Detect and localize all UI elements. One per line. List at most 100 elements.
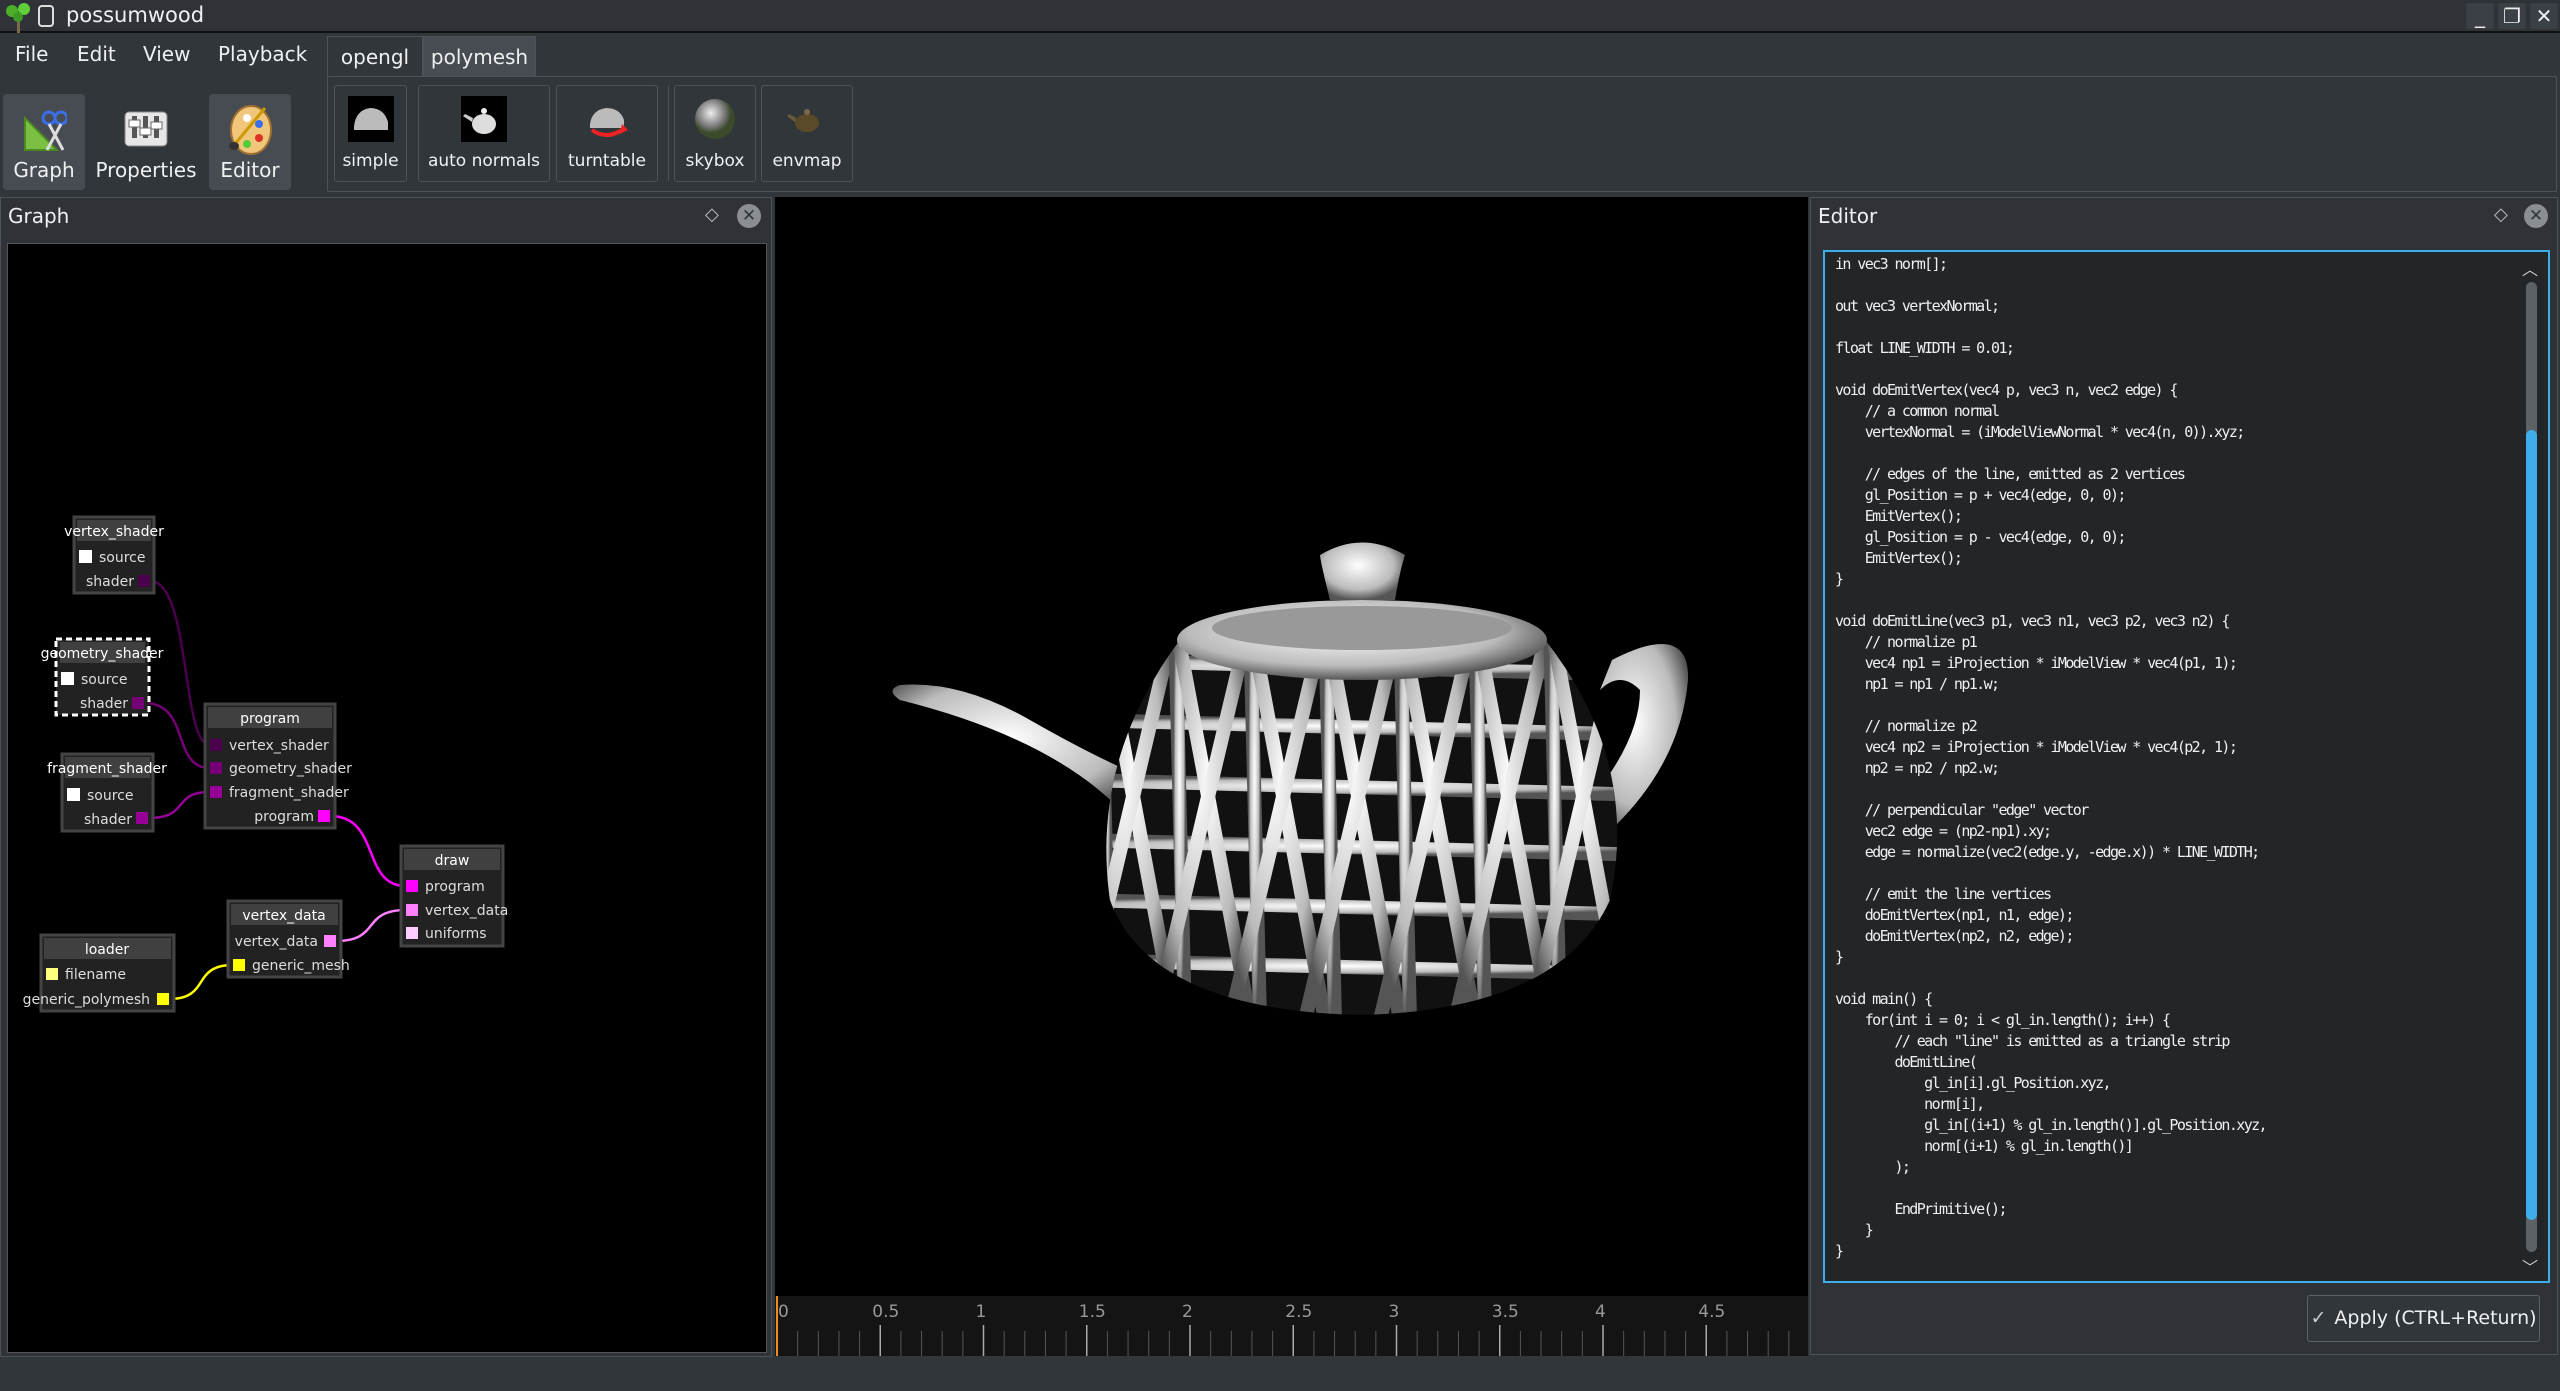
tab-panel [327,76,2557,192]
minimize-button[interactable]: _ [2466,3,2494,29]
editor-dock-button[interactable]: Editor [209,94,291,190]
skybox-button[interactable]: skybox [674,85,756,182]
menu-file[interactable]: File [15,42,48,66]
toolbar-separator [668,86,669,181]
turntable-label: turntable [568,151,646,171]
node-draw[interactable]: draw program vertex_data uniforms [399,844,508,948]
skybox-sphere-icon [695,99,735,139]
tab-polymesh[interactable]: polymesh [423,36,536,77]
port-fragment-shader[interactable] [210,786,222,798]
envmap-teapot-icon [787,109,819,132]
simple-button[interactable]: simple [334,85,407,182]
port-label: vertex_data [425,903,508,919]
port-vertex-data-out[interactable] [324,935,336,947]
port-label: geometry_shader [229,761,352,777]
node-loader[interactable]: loader filename generic_polymesh [23,933,176,1013]
port-program-out[interactable] [318,810,330,822]
port-shader[interactable] [136,812,148,824]
timeline-tick-label: 4 [1595,1302,1606,1322]
port-vertex-shader[interactable] [210,739,222,751]
playhead [776,1296,778,1356]
check-icon: ✓ [2310,1307,2327,1329]
node-fragment-shader[interactable]: fragment_shader source shader [47,752,167,833]
edge-fragment-shader [147,790,211,820]
properties-dock-button[interactable]: Properties [93,94,199,190]
graph-canvas[interactable]: vertex_shader source shader geometry_sha… [7,243,767,1353]
editor-dock-title: Editor [1818,204,1878,228]
title-bar: possumwood _ ❐ ✕ [0,0,2560,33]
port-source[interactable] [61,672,74,685]
restore-button[interactable]: ❐ [2498,3,2526,29]
node-title: geometry_shader [41,646,164,662]
node-title: loader [85,942,130,958]
timeline[interactable]: 0 0.5 1 1.5 2 2.5 3 3.5 4 4.5 [775,1296,1808,1356]
3d-viewport[interactable] [775,197,1808,1296]
port-program[interactable] [406,880,418,892]
port-label: shader [84,812,132,828]
node-vertex-data[interactable]: vertex_data vertex_data generic_mesh [226,899,350,979]
apply-button[interactable]: ✓ Apply (CTRL+Return) [2307,1295,2540,1342]
wire-edge [1106,619,1117,1015]
port-label: uniforms [425,926,487,942]
menu-playback[interactable]: Playback [218,42,307,66]
port-generic-polymesh[interactable] [157,993,169,1005]
envmap-button[interactable]: envmap [761,85,853,182]
timeline-tick-label: 1 [976,1302,987,1322]
port-label: source [99,550,146,566]
node-vertex-shader[interactable]: vertex_shader source shader [64,515,164,595]
turntable-button[interactable]: turntable [556,85,658,182]
float-dock-button[interactable]: ◇ [705,204,719,225]
window-menu-icon[interactable] [38,5,54,27]
code-editor[interactable]: in vec3 norm[]; out vec3 vertexNormal; f… [1823,250,2550,1283]
port-generic-mesh[interactable] [233,959,245,971]
port-shader[interactable] [132,697,144,709]
wireframe-teapot [892,542,1689,1015]
timeline-ruler[interactable]: 0 0.5 1 1.5 2 2.5 3 3.5 4 4.5 [775,1296,1808,1356]
port-label: shader [80,696,128,712]
properties-dock-label: Properties [95,158,197,182]
port-label: generic_polymesh [23,992,150,1008]
close-window-button[interactable]: ✕ [2530,3,2558,29]
port-source[interactable] [67,788,80,801]
port-label: source [81,672,128,688]
port-source[interactable] [79,550,92,563]
port-label: fragment_shader [229,785,349,801]
car-thumbnail-icon [347,96,394,142]
timeline-tick-label: 4.5 [1698,1302,1725,1322]
timeline-tick-label: 3.5 [1492,1302,1519,1322]
editor-dock-label: Editor [220,158,280,182]
shader-source-text[interactable]: in vec3 norm[]; out vec3 vertexNormal; f… [1835,254,2268,1262]
port-label: vertex_shader [229,738,329,754]
port-shader[interactable] [138,575,150,587]
node-graph[interactable]: vertex_shader source shader geometry_sha… [8,244,766,1352]
auto-normals-button[interactable]: auto normals [418,85,550,182]
node-title: vertex_data [242,908,325,924]
graph-tools-icon [24,110,67,151]
float-dock-button[interactable]: ◇ [2494,204,2508,225]
port-uniforms[interactable] [406,927,418,939]
edge-vertex-data [335,908,407,943]
node-title: draw [435,853,470,869]
menu-view[interactable]: View [143,42,190,66]
edge-generic-mesh [168,963,234,1001]
port-vertex-data[interactable] [406,904,418,916]
node-title: program [240,711,300,727]
tab-opengl[interactable]: opengl [327,36,423,77]
port-filename[interactable] [46,968,58,980]
node-geometry-shader[interactable]: geometry_shader source shader [41,637,164,717]
port-geometry-shader[interactable] [210,762,222,774]
close-dock-button[interactable]: ✕ [2524,204,2548,228]
menu-edit[interactable]: Edit [77,42,116,66]
simple-label: simple [342,151,399,171]
port-label: vertex_data [235,934,318,950]
scroll-down-icon[interactable]: ﹀ [2522,1254,2538,1278]
scroll-up-icon[interactable]: ︿ [2522,256,2538,280]
close-dock-button[interactable]: ✕ [737,204,761,228]
graph-dock-button[interactable]: Graph [3,94,85,190]
node-title: vertex_shader [64,524,164,540]
port-label: program [425,879,485,895]
node-program[interactable]: program vertex_shader geometry_shader fr… [203,702,352,830]
scrollbar-thumb[interactable] [2526,430,2537,1220]
envmap-label: envmap [772,151,842,171]
port-label: generic_mesh [252,958,350,974]
